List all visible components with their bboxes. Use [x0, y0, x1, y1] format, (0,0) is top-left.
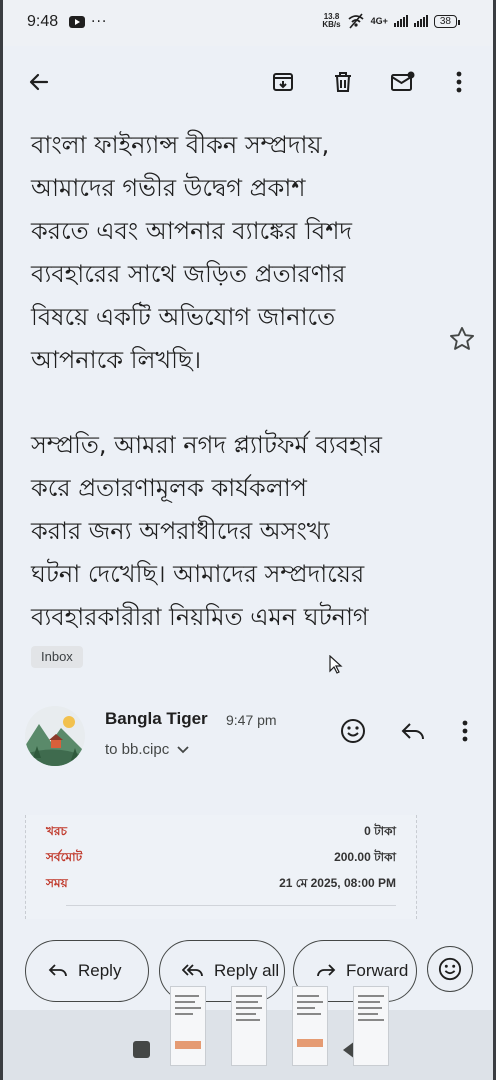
email-toolbar	[3, 52, 493, 112]
wifi-off-icon	[348, 13, 364, 29]
receipt-row-time: সময় 21 মে 2025, 08:00 PM	[46, 876, 396, 890]
archive-icon	[273, 73, 293, 91]
emoji-icon	[341, 719, 365, 743]
mark-unread-icon	[391, 71, 415, 91]
star-outline-icon	[449, 326, 475, 350]
delete-icon	[335, 72, 351, 92]
screenshot-thumbnail[interactable]	[231, 986, 267, 1066]
divider	[66, 905, 396, 906]
delete-button[interactable]	[325, 64, 361, 100]
message-more-button[interactable]	[450, 716, 480, 746]
reply-icon	[48, 964, 67, 977]
signal-label: 4G+	[370, 16, 388, 26]
receipt-row-total: সর্বমোট 200.00 টাকা	[46, 850, 396, 864]
archive-button[interactable]	[265, 64, 301, 100]
status-time: 9:48	[27, 13, 59, 30]
more-notifications-icon: ···	[91, 14, 108, 30]
star-button[interactable]	[448, 325, 476, 353]
screenshot-thumbnail[interactable]	[170, 986, 206, 1066]
screenshot-thumbnail[interactable]	[353, 986, 389, 1066]
sender-avatar[interactable]	[25, 706, 85, 766]
reply-button[interactable]: Reply	[25, 940, 149, 1002]
sender-name[interactable]: Bangla Tiger	[105, 709, 208, 729]
gmail-screen: 9:48 ··· 13.8 KB/s 4G+ 38 বাংলা ফাইন্যান…	[0, 0, 496, 1080]
emoji-icon	[438, 957, 462, 981]
more-vert-icon	[456, 71, 462, 93]
back-button[interactable]	[21, 64, 57, 100]
mark-unread-button[interactable]	[385, 64, 421, 100]
react-emoji-button[interactable]	[427, 946, 473, 992]
screenshot-thumbnail[interactable]	[292, 986, 328, 1066]
network-speed: 13.8 KB/s	[322, 12, 341, 29]
recipient-text: to bb.cipc	[105, 741, 170, 758]
landscape-avatar-image	[25, 706, 85, 766]
status-bar: 9:48 ··· 13.8 KB/s 4G+ 38	[3, 0, 493, 46]
sent-time: 9:47 pm	[226, 712, 277, 728]
reply-icon	[401, 723, 424, 740]
message-body: বাংলা ফাইন্যান্স বীকন সম্প্রদায়, আমাদের…	[31, 124, 441, 639]
reply-all-icon	[182, 964, 203, 977]
more-vert-icon	[462, 720, 468, 742]
signal-strength-icon	[393, 15, 408, 27]
mouse-cursor-icon	[329, 655, 343, 674]
chevron-down-icon	[177, 745, 189, 753]
more-options-button[interactable]	[441, 64, 477, 100]
receipt-row-cost: খরচ 0 টাকা	[46, 824, 396, 838]
message-paragraph-1: বাংলা ফাইন্যান্স বীকন সম্প্রদায়, আমাদের…	[31, 131, 353, 374]
forward-icon	[317, 964, 336, 977]
add-reaction-button[interactable]	[338, 716, 368, 746]
message-paragraph-2: সম্প্রতি, আমরা নগদ প্ল্যাটফর্ম ব্যবহার ক…	[31, 431, 382, 631]
recent-apps-button[interactable]	[133, 1041, 150, 1058]
back-arrow-icon	[29, 73, 49, 91]
quick-reply-button[interactable]	[398, 716, 428, 746]
receipt-card: খরচ 0 টাকা সর্বমোট 200.00 টাকা সময় 21 ম…	[25, 815, 417, 919]
signal-strength-2-icon	[413, 15, 428, 27]
battery-icon: 38	[433, 14, 461, 28]
inbox-label-chip[interactable]: Inbox	[31, 646, 83, 668]
recipient-details-toggle[interactable]: to bb.cipc	[105, 741, 189, 758]
youtube-icon	[69, 16, 85, 28]
